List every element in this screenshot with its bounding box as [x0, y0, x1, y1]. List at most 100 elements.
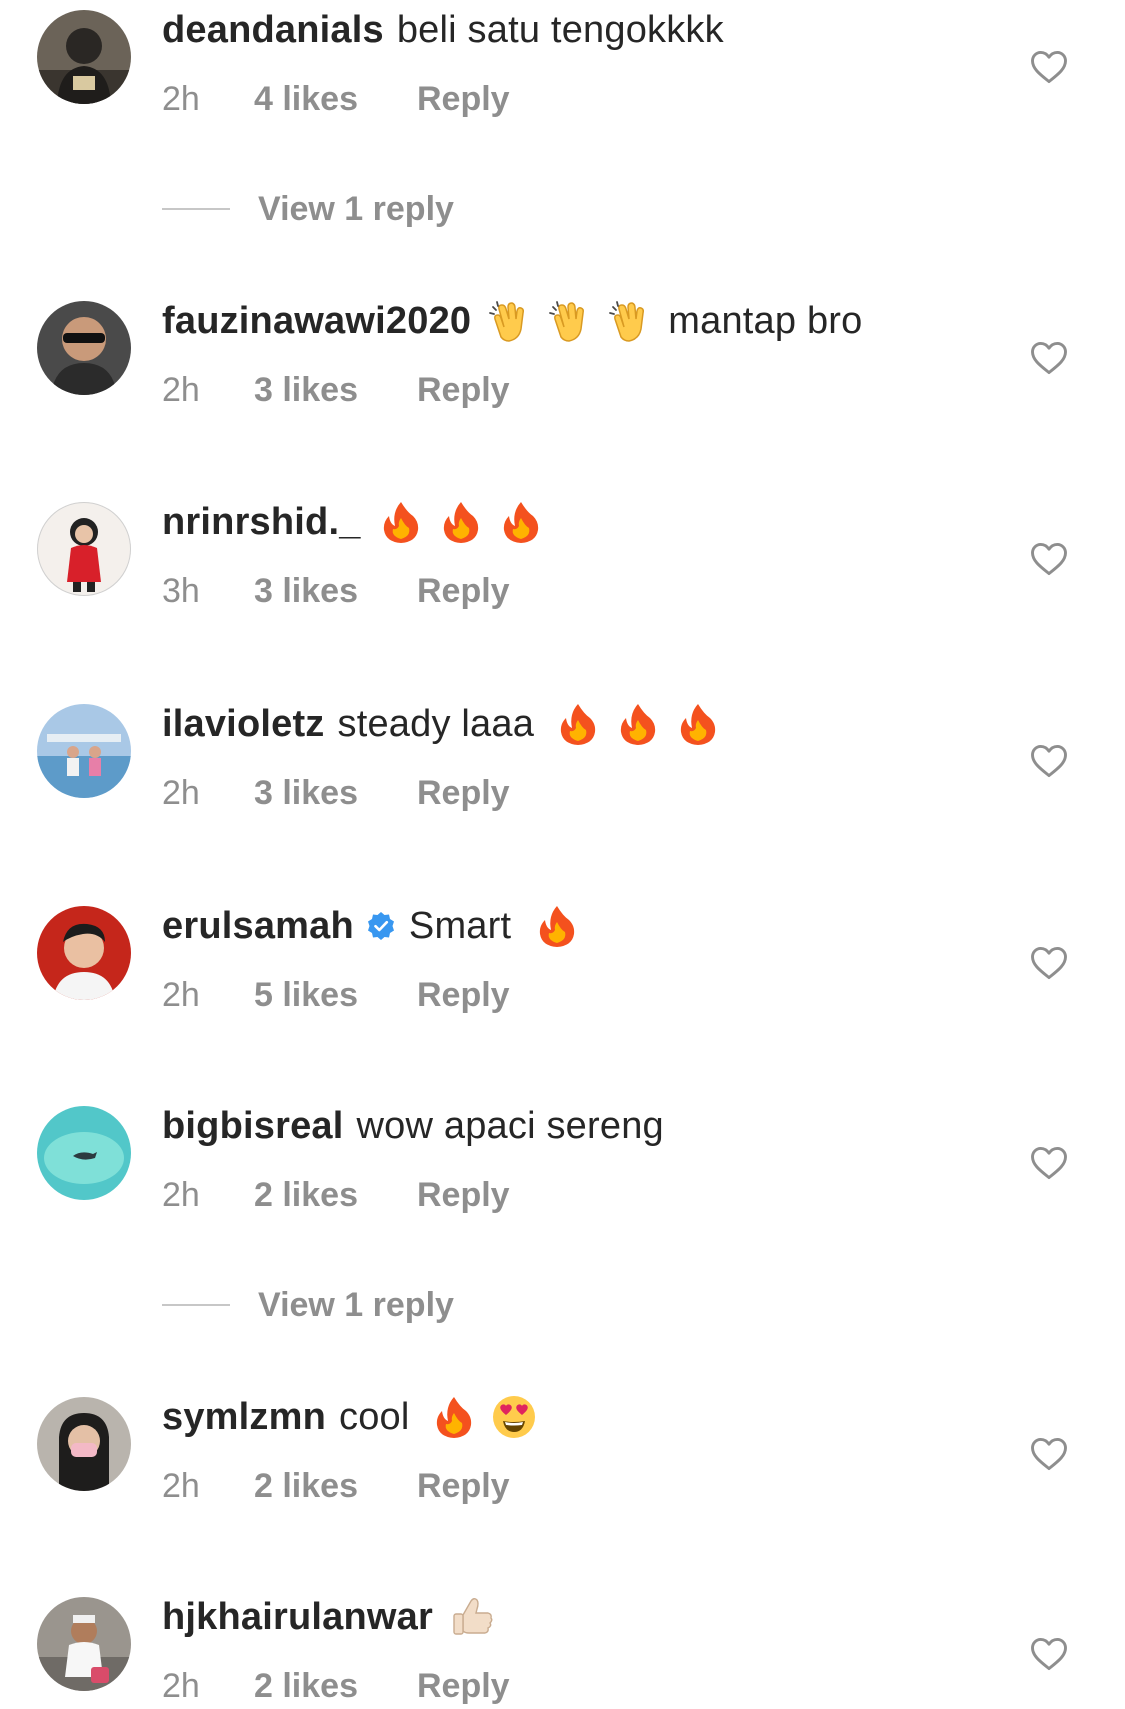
heart-outline-icon[interactable] — [1027, 1431, 1071, 1475]
comment-text: Smart — [408, 905, 512, 947]
reply-button[interactable]: Reply — [417, 774, 510, 813]
comment-item: hjkhairulanwar 2h 2 likes Reply — [0, 1587, 1125, 1707]
comment-username[interactable]: nrinrshid._ — [162, 497, 361, 547]
emoji-group — [475, 297, 655, 345]
reply-button[interactable]: Reply — [417, 976, 510, 1015]
comment-item: ilavioletz steady laaa 2h 3 likes Reply — [0, 694, 1125, 814]
emoji-group — [437, 1593, 497, 1641]
view-replies-button[interactable]: View 1 reply — [162, 1280, 762, 1330]
comment-line: ilavioletz steady laaa — [162, 699, 722, 749]
comment-meta: 2h 4 likes Reply — [162, 76, 510, 122]
heart-outline-icon[interactable] — [1027, 1631, 1071, 1675]
heart-eyes-emoji-icon — [490, 1393, 538, 1441]
heart-outline-icon[interactable] — [1027, 335, 1071, 379]
comment-username[interactable]: erulsamah — [162, 901, 354, 951]
emoji-group — [418, 1393, 538, 1441]
reply-button[interactable]: Reply — [417, 80, 510, 119]
comment-likes[interactable]: 3 likes — [254, 774, 417, 813]
comment-username[interactable]: deandanials — [162, 5, 384, 55]
comment-username[interactable]: bigbisreal — [162, 1101, 344, 1151]
reply-button[interactable]: Reply — [417, 1176, 510, 1215]
comment-text: steady laaa — [337, 703, 535, 745]
reply-thread-line — [162, 1304, 230, 1306]
comment-likes[interactable]: 2 likes — [254, 1667, 417, 1706]
comments-list: deandanials beli satu tengokkkk 2h 4 lik… — [0, 0, 1125, 1706]
verified-badge-icon — [366, 911, 396, 941]
fire-emoji-icon — [437, 498, 485, 546]
comment-username[interactable]: fauzinawawi2020 — [162, 296, 471, 346]
reply-button[interactable]: Reply — [417, 1467, 510, 1506]
comment-time: 2h — [162, 773, 200, 812]
reply-button[interactable]: Reply — [417, 572, 510, 611]
comment-meta: 2h 5 likes Reply — [162, 972, 510, 1018]
heart-outline-icon[interactable] — [1027, 940, 1071, 984]
emoji-group — [542, 700, 722, 748]
comment-meta: 2h 3 likes Reply — [162, 367, 510, 413]
clap-emoji-icon — [487, 297, 535, 345]
comment-likes[interactable]: 3 likes — [254, 572, 417, 611]
avatar[interactable] — [37, 1397, 131, 1491]
clap-emoji-icon — [607, 297, 655, 345]
comment-line: fauzinawawi2020 mantap bro — [162, 296, 862, 346]
avatar[interactable] — [37, 704, 131, 798]
emoji-group — [521, 902, 581, 950]
comment-item: bigbisreal wow apaci sereng 2h 2 likes R… — [0, 1096, 1125, 1216]
comment-likes[interactable]: 3 likes — [254, 371, 417, 410]
comment-meta: 2h 2 likes Reply — [162, 1463, 510, 1509]
comment-line: bigbisreal wow apaci sereng — [162, 1101, 664, 1151]
comment-time: 2h — [162, 1175, 200, 1214]
comment-likes[interactable]: 2 likes — [254, 1176, 417, 1215]
reply-button[interactable]: Reply — [417, 1667, 510, 1706]
avatar[interactable] — [37, 1106, 131, 1200]
comment-line: deandanials beli satu tengokkkk — [162, 5, 724, 55]
comment-item: symlzmn cool 2h 2 likes Reply — [0, 1387, 1125, 1507]
comment-time: 2h — [162, 1466, 200, 1505]
view-replies-label[interactable]: View 1 reply — [258, 1286, 454, 1325]
comment-username[interactable]: symlzmn — [162, 1392, 326, 1442]
reply-thread-line — [162, 208, 230, 210]
fire-emoji-icon — [674, 700, 722, 748]
view-replies-label[interactable]: View 1 reply — [258, 190, 454, 229]
fire-emoji-icon — [497, 498, 545, 546]
comment-meta: 2h 3 likes Reply — [162, 770, 510, 816]
comment-text: wow apaci sereng — [356, 1105, 664, 1147]
view-replies-button[interactable]: View 1 reply — [162, 184, 762, 234]
fire-emoji-icon — [430, 1393, 478, 1441]
avatar[interactable] — [37, 301, 131, 395]
comment-likes[interactable]: 4 likes — [254, 80, 417, 119]
comment-item: nrinrshid._ 3h 3 likes Reply — [0, 492, 1125, 612]
comment-line: nrinrshid._ — [162, 497, 545, 547]
avatar[interactable] — [37, 10, 131, 104]
comment-line: erulsamah Smart — [162, 901, 581, 951]
comment-time: 2h — [162, 975, 200, 1014]
comment-username[interactable]: ilavioletz — [162, 699, 325, 749]
comment-meta: 2h 2 likes Reply — [162, 1663, 510, 1709]
fire-emoji-icon — [533, 902, 581, 950]
avatar[interactable] — [37, 1597, 131, 1691]
comment-username[interactable]: hjkhairulanwar — [162, 1592, 433, 1642]
comment-time: 3h — [162, 571, 200, 610]
clap-emoji-icon — [547, 297, 595, 345]
comment-text: beli satu tengokkkk — [396, 9, 724, 51]
thumbs-up-emoji-icon — [449, 1593, 497, 1641]
emoji-group — [365, 498, 545, 546]
comment-meta: 2h 2 likes Reply — [162, 1172, 510, 1218]
fire-emoji-icon — [614, 700, 662, 748]
comment-item: deandanials beli satu tengokkkk 2h 4 lik… — [0, 0, 1125, 120]
heart-outline-icon[interactable] — [1027, 1140, 1071, 1184]
comment-time: 2h — [162, 1666, 200, 1705]
comment-time: 2h — [162, 370, 200, 409]
comment-likes[interactable]: 5 likes — [254, 976, 417, 1015]
comment-item: erulsamah Smart 2h 5 likes Reply — [0, 896, 1125, 1016]
comment-line: hjkhairulanwar — [162, 1592, 497, 1642]
avatar[interactable] — [37, 502, 131, 596]
comment-text: cool — [339, 1396, 410, 1438]
comment-likes[interactable]: 2 likes — [254, 1467, 417, 1506]
comment-text: mantap bro — [668, 300, 863, 342]
heart-outline-icon[interactable] — [1027, 44, 1071, 88]
heart-outline-icon[interactable] — [1027, 536, 1071, 580]
heart-outline-icon[interactable] — [1027, 738, 1071, 782]
comment-line: symlzmn cool — [162, 1392, 538, 1442]
reply-button[interactable]: Reply — [417, 371, 510, 410]
avatar[interactable] — [37, 906, 131, 1000]
